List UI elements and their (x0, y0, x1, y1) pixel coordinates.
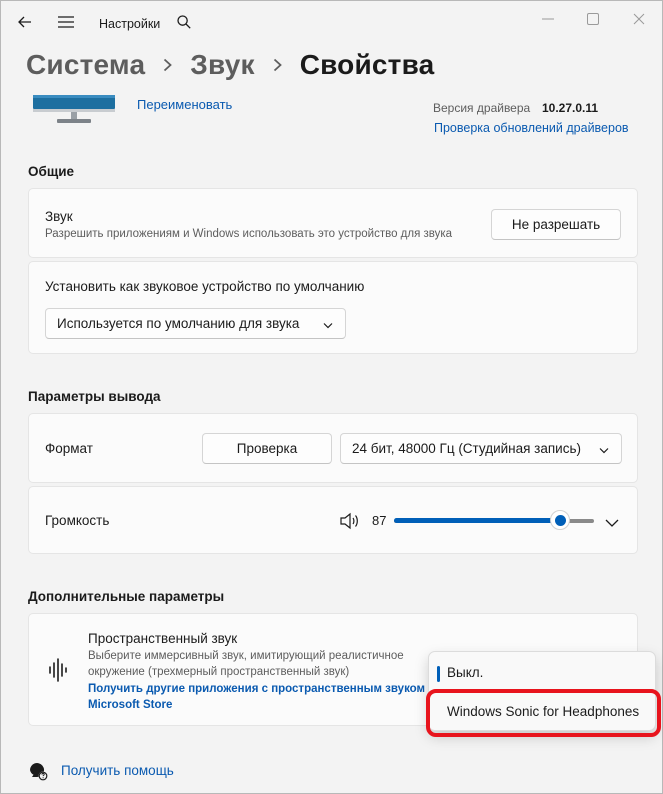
format-combo-value: 24 бит, 48000 Гц (Студийная запись) (352, 441, 582, 456)
default-device-combo[interactable]: Используется по умолчанию для звука (45, 308, 346, 339)
sound-access-description: Разрешить приложениям и Windows использо… (45, 228, 453, 240)
section-title-general: Общие (28, 164, 75, 179)
breadcrumb-item-system[interactable]: Система (26, 49, 145, 81)
chevron-down-icon (323, 316, 333, 331)
get-help-link[interactable]: Получить помощь (61, 763, 174, 778)
settings-window: Настройки Система Звук Свойства Переимен… (0, 0, 663, 794)
volume-value: 87 (372, 513, 387, 528)
rename-link[interactable]: Переименовать (137, 97, 232, 112)
format-card: Формат Проверка 24 бит, 48000 Гц (Студий… (28, 413, 638, 483)
section-title-advanced: Дополнительные параметры (28, 589, 225, 604)
title-bar: Настройки (1, 1, 662, 41)
spatial-store-link-1[interactable]: Получить другие приложения с пространств… (88, 683, 441, 695)
default-device-card: Установить как звуковое устройство по ум… (28, 261, 638, 354)
minimize-icon[interactable] (536, 9, 560, 29)
spatial-sound-title: Пространственный звук (88, 631, 238, 646)
default-device-combo-value: Используется по умолчанию для звука (57, 316, 300, 331)
driver-version-value: 10.27.0.11 (542, 101, 599, 115)
highlight-annotation (426, 689, 661, 737)
breadcrumb-item-sound[interactable]: Звук (190, 49, 254, 81)
disallow-button[interactable]: Не разрешать (491, 209, 621, 240)
driver-version-label: Версия драйвера (433, 101, 531, 115)
volume-label: Громкость (45, 513, 110, 528)
dropdown-option-off[interactable]: Выкл. (433, 655, 653, 689)
section-title-output: Параметры вывода (28, 389, 161, 404)
sound-access-title: Звук (45, 209, 73, 224)
test-button[interactable]: Проверка (202, 433, 332, 464)
close-icon[interactable] (627, 9, 651, 29)
sound-access-card: Звук Разрешить приложениям и Windows исп… (28, 188, 638, 258)
format-label: Формат (45, 441, 93, 456)
spatial-sound-description-2: окружение (трехмерный пространственный з… (88, 666, 350, 678)
spatial-sound-description-1: Выберите иммерсивный звук, имитирующий р… (88, 650, 404, 662)
page-title: Свойства (299, 49, 435, 80)
expand-chevron-icon[interactable] (605, 514, 619, 527)
back-arrow-icon[interactable] (14, 11, 36, 33)
chevron-down-icon (599, 441, 609, 456)
check-driver-updates-link[interactable]: Проверка обновлений драйверов (434, 121, 629, 135)
volume-slider-fill (394, 518, 560, 523)
app-title: Настройки (99, 17, 161, 31)
monitor-icon (33, 95, 115, 127)
selected-indicator (437, 666, 440, 682)
breadcrumb: Система Звук Свойства (26, 49, 434, 81)
maximize-icon[interactable] (581, 9, 605, 29)
volume-slider-thumb[interactable] (550, 510, 570, 530)
sound-wave-icon (47, 657, 69, 683)
search-icon[interactable] (173, 11, 195, 33)
chevron-right-icon (163, 58, 173, 72)
chevron-right-icon (273, 58, 282, 72)
spatial-store-link-2[interactable]: Microsoft Store (88, 699, 172, 711)
hamburger-menu-icon[interactable] (55, 11, 77, 33)
format-combo[interactable]: 24 бит, 48000 Гц (Студийная запись) (340, 433, 622, 464)
default-device-title: Установить как звуковое устройство по ум… (45, 279, 365, 294)
speaker-icon[interactable] (339, 511, 361, 531)
help-icon (28, 761, 48, 781)
